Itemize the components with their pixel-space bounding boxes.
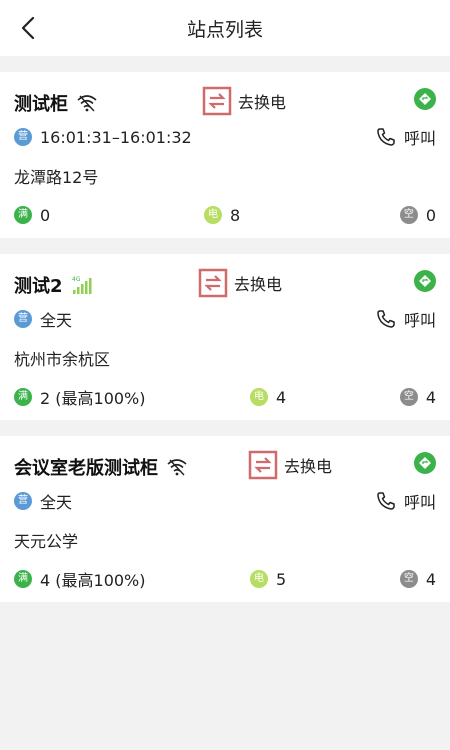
wifi-icon — [76, 94, 98, 112]
navigate-icon[interactable] — [414, 452, 436, 474]
empty-badge: 空 — [399, 388, 418, 406]
charging-badge: 电 — [250, 570, 268, 588]
call-button[interactable]: 呼叫 — [376, 125, 436, 149]
station-card[interactable]: 测试柜 去换电 营 16:01:31–16:01:32 呼叫 龙潭路12号 满 … — [0, 72, 450, 238]
chevron-left-icon — [21, 16, 35, 40]
4g-signal-icon: 4G — [71, 275, 93, 295]
swap-icon — [202, 86, 232, 116]
charging-count: 8 — [230, 205, 241, 225]
open-hours-badge: 营 — [14, 492, 32, 510]
phone-icon — [377, 492, 395, 510]
empty-count: 4 — [425, 569, 436, 589]
empty-badge: 空 — [399, 206, 418, 224]
charging-badge: 电 — [204, 206, 222, 224]
navigate-icon[interactable] — [414, 88, 436, 110]
header-bar: 站点列表 — [0, 0, 450, 56]
call-button[interactable]: 呼叫 — [376, 307, 436, 331]
call-button[interactable]: 呼叫 — [376, 489, 436, 513]
full-count: 0 — [40, 205, 51, 225]
charging-badge: 电 — [250, 388, 268, 406]
swap-battery-button[interactable]: 去换电 — [198, 268, 282, 298]
swap-icon — [248, 450, 278, 480]
open-hours-badge: 营 — [14, 310, 32, 328]
full-badge: 满 — [14, 388, 32, 406]
page-title: 站点列表 — [186, 18, 263, 41]
station-list: 测试柜 去换电 营 16:01:31–16:01:32 呼叫 龙潭路12号 满 … — [0, 56, 450, 602]
station-name: 测试2 — [14, 276, 63, 297]
phone-icon — [377, 310, 395, 328]
open-hours: 16:01:31–16:01:32 — [40, 127, 192, 147]
station-address: 杭州市余杭区 — [14, 350, 111, 369]
empty-count: 4 — [425, 387, 436, 407]
station-name: 会议室老版测试柜 — [14, 458, 158, 479]
empty-badge: 空 — [399, 570, 418, 588]
station-address: 天元公学 — [14, 532, 79, 551]
open-hours-badge: 营 — [14, 128, 32, 146]
phone-icon — [377, 128, 395, 146]
full-badge: 满 — [14, 570, 32, 588]
open-hours: 全天 — [40, 493, 73, 512]
full-count: 4 (最高100%) — [40, 571, 146, 590]
full-count: 2 (最高100%) — [40, 389, 146, 408]
swap-battery-button[interactable]: 去换电 — [202, 86, 286, 116]
swap-battery-button[interactable]: 去换电 — [248, 450, 332, 480]
navigate-icon[interactable] — [414, 270, 436, 292]
station-name: 测试柜 — [14, 94, 68, 115]
charging-count: 4 — [276, 387, 287, 407]
empty-count: 0 — [425, 205, 436, 225]
station-address: 龙潭路12号 — [14, 168, 99, 187]
open-hours: 全天 — [40, 311, 73, 330]
svg-text:4G: 4G — [72, 276, 81, 283]
back-button[interactable] — [14, 14, 42, 42]
station-card[interactable]: 测试2 4G 去换电 营 全天 呼叫 杭州市余杭区 满 2 (最高100%) 电… — [0, 254, 450, 420]
station-card[interactable]: 会议室老版测试柜 去换电 营 全天 呼叫 天元公学 满 4 (最高100%) 电… — [0, 436, 450, 602]
full-badge: 满 — [14, 206, 32, 224]
swap-icon — [198, 268, 228, 298]
wifi-icon — [166, 458, 188, 476]
charging-count: 5 — [276, 569, 287, 589]
